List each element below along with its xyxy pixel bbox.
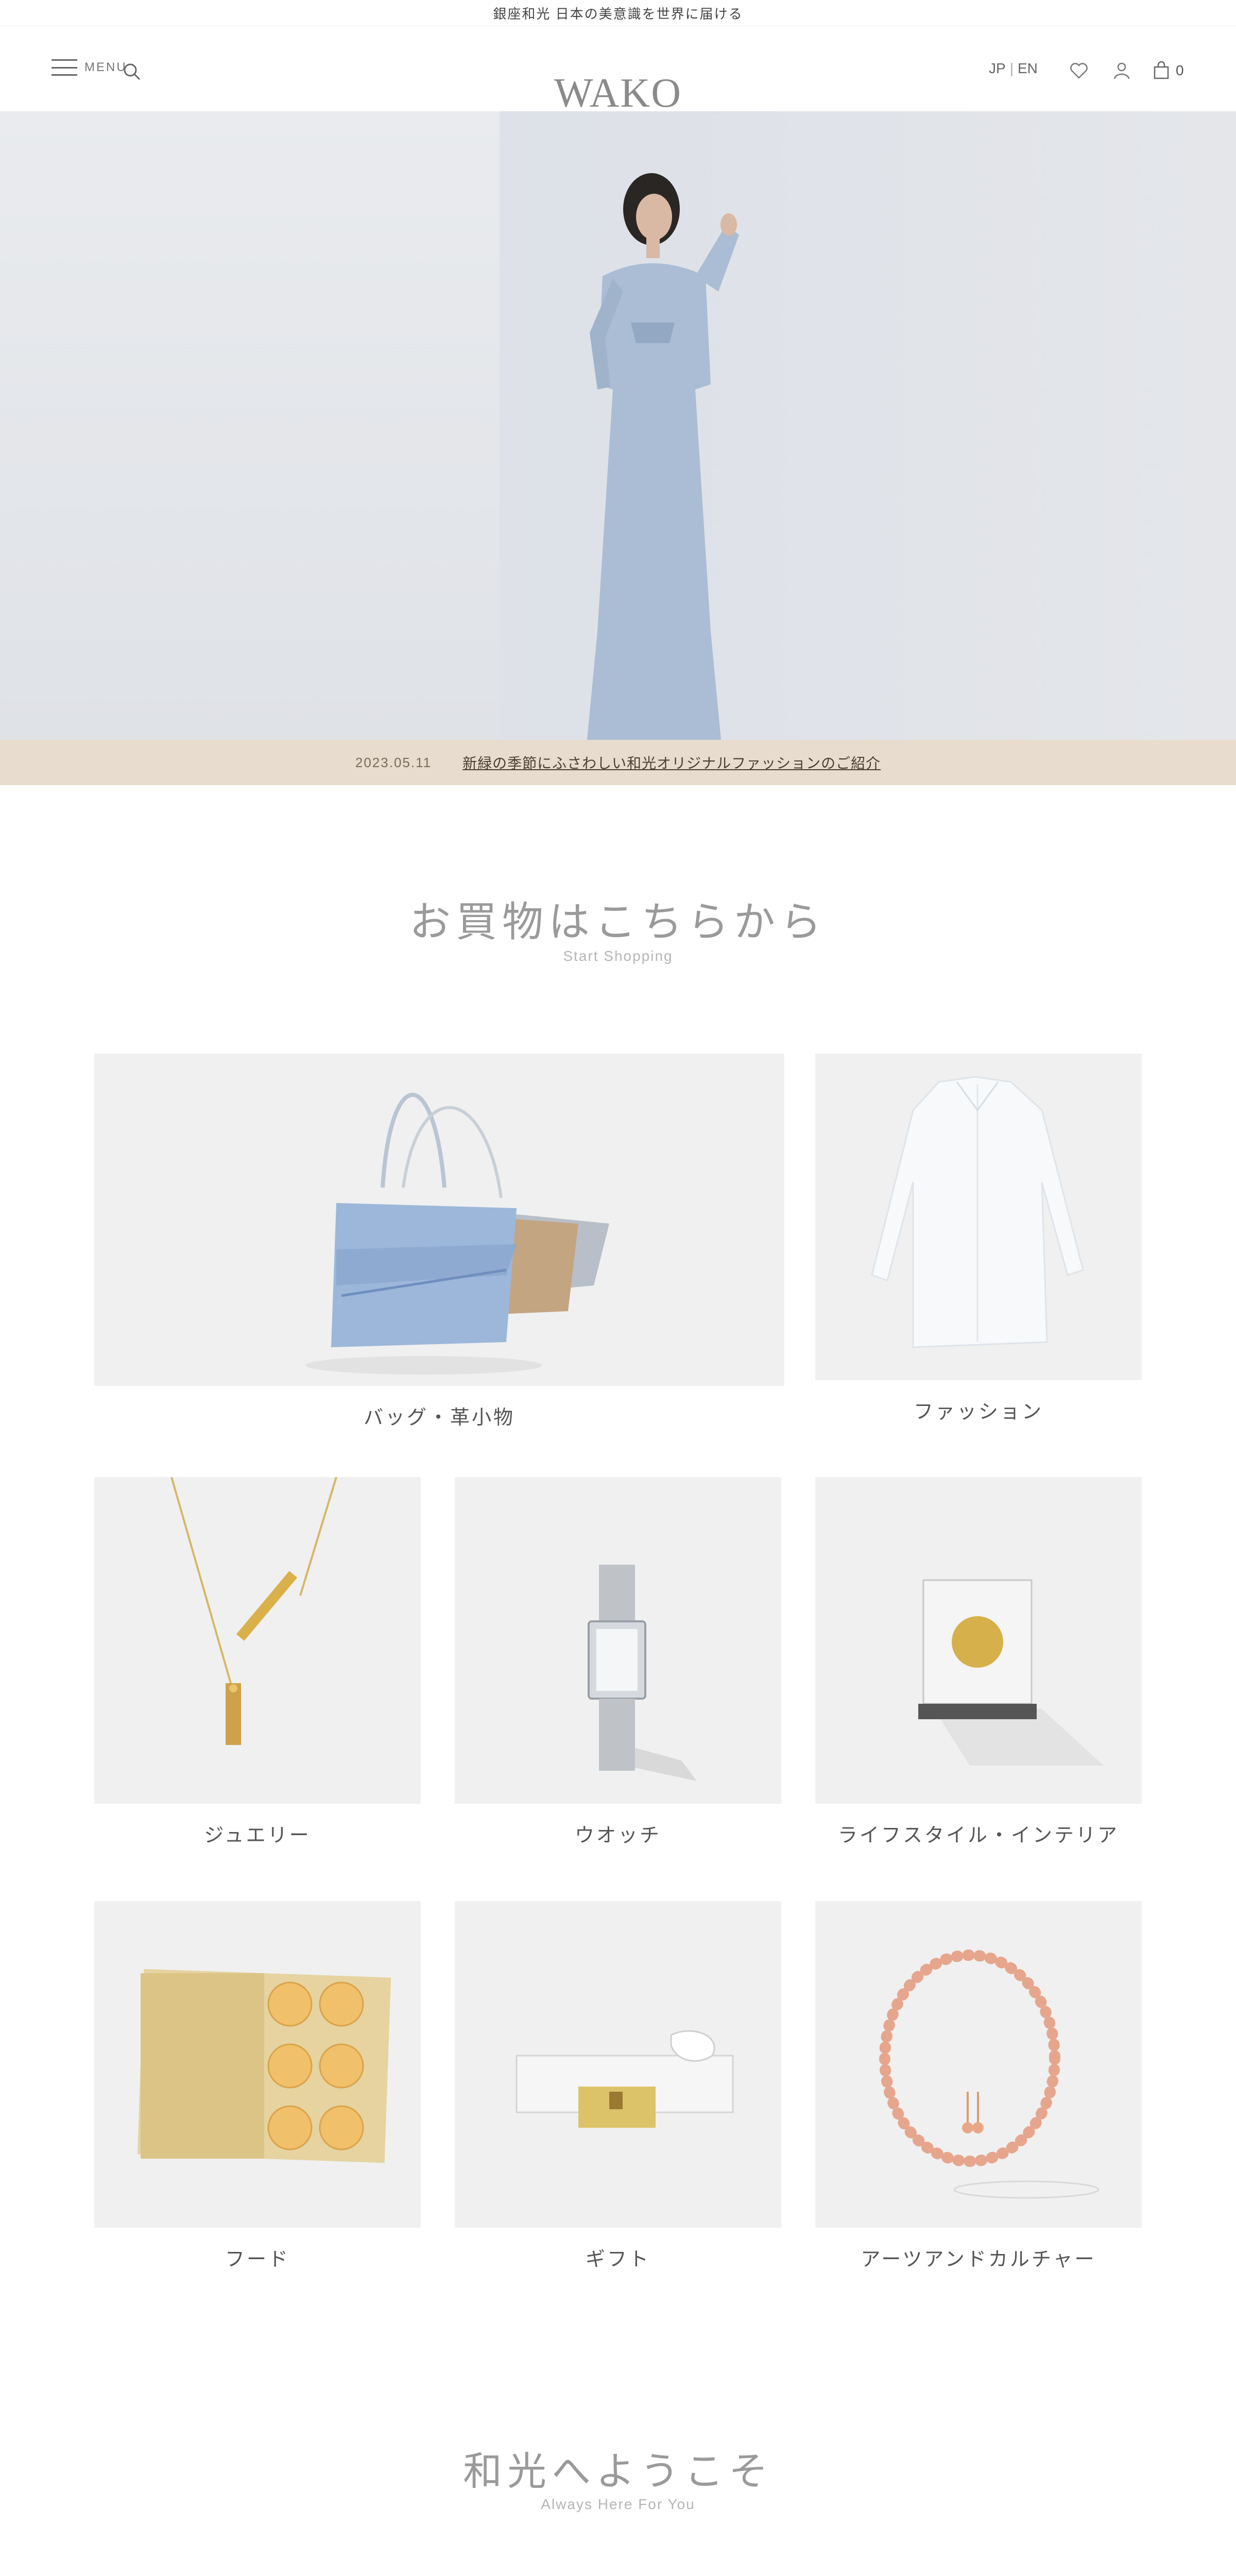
category-label-food: フード bbox=[225, 2248, 290, 2270]
top-banner: 銀座和光 日本の美意識を世界に届ける bbox=[0, 0, 1236, 26]
account-button[interactable] bbox=[1111, 60, 1132, 81]
category-image-bags bbox=[94, 1054, 784, 1386]
news-date: 2023.05.11 bbox=[355, 754, 432, 770]
hamburger-icon bbox=[52, 59, 77, 76]
category-label-gift: ギフト bbox=[585, 2248, 650, 2270]
lang-secondary: EN bbox=[1017, 60, 1038, 76]
menu-button[interactable]: MENU bbox=[52, 59, 127, 76]
cart-button[interactable]: 0 bbox=[1151, 60, 1184, 81]
category-image-jewelry bbox=[94, 1477, 421, 1804]
category-card-jewelry[interactable]: ジュエリー bbox=[94, 1477, 421, 1848]
category-card-watch[interactable]: ウオッチ bbox=[455, 1477, 781, 1848]
hero-banner[interactable] bbox=[0, 111, 1236, 740]
category-card-food[interactable]: フード bbox=[94, 1901, 421, 2272]
shop-section-title: お買物はこちらから bbox=[409, 898, 827, 946]
category-image-food bbox=[94, 1901, 421, 2228]
favorites-button[interactable] bbox=[1069, 60, 1089, 81]
category-image-lifestyle bbox=[815, 1477, 1142, 1804]
category-label-fashion: ファッション bbox=[913, 1400, 1043, 1423]
cart-count: 0 bbox=[1176, 62, 1184, 78]
category-label-lifestyle: ライフスタイル・インテリア bbox=[837, 1824, 1119, 1846]
category-image-fashion bbox=[815, 1054, 1142, 1380]
category-card-bags[interactable]: バッグ・革小物 bbox=[94, 1054, 784, 1430]
category-card-lifestyle[interactable]: ライフスタイル・インテリア bbox=[815, 1477, 1142, 1848]
search-icon bbox=[122, 61, 142, 82]
category-label-jewelry: ジュエリー bbox=[204, 1824, 311, 1846]
category-label-bags: バッグ・革小物 bbox=[363, 1406, 515, 1429]
hero-model-image bbox=[587, 173, 739, 740]
shop-section-subtitle: Start Shopping bbox=[563, 948, 673, 964]
welcome-title: 和光へようこそ bbox=[463, 2448, 773, 2494]
hero-backdrop-panel bbox=[0, 111, 500, 740]
category-label-watch: ウオッチ bbox=[574, 1824, 661, 1846]
category-image-gift bbox=[455, 1901, 781, 2228]
category-card-arts[interactable]: アーツアンドカルチャー bbox=[815, 1901, 1142, 2272]
lang-primary: JP bbox=[989, 60, 1006, 76]
heart-icon bbox=[1069, 60, 1089, 81]
category-card-gift[interactable]: ギフト bbox=[455, 1901, 781, 2272]
category-image-arts bbox=[815, 1901, 1142, 2228]
shopping-bag-icon bbox=[1151, 60, 1172, 81]
menu-label: MENU bbox=[84, 60, 127, 74]
welcome-subtitle: Always Here For You bbox=[541, 2496, 695, 2512]
category-image-watch bbox=[455, 1477, 781, 1804]
site-header: MENU WAKO JP | EN 0 bbox=[0, 26, 1236, 116]
category-card-fashion[interactable]: ファッション bbox=[815, 1054, 1142, 1424]
news-link[interactable]: 新緑の季節にふさわしい和光オリジナルファッションのご紹介 bbox=[462, 752, 881, 773]
category-label-arts: アーツアンドカルチャー bbox=[861, 2248, 1096, 2270]
search-button[interactable] bbox=[122, 61, 142, 82]
language-switch[interactable]: JP | EN bbox=[989, 60, 1038, 77]
top-banner-text: 銀座和光 日本の美意識を世界に届ける bbox=[493, 6, 743, 22]
news-strip: 2023.05.11 新緑の季節にふさわしい和光オリジナルファッションのご紹介 bbox=[0, 740, 1236, 785]
user-icon bbox=[1111, 60, 1132, 81]
